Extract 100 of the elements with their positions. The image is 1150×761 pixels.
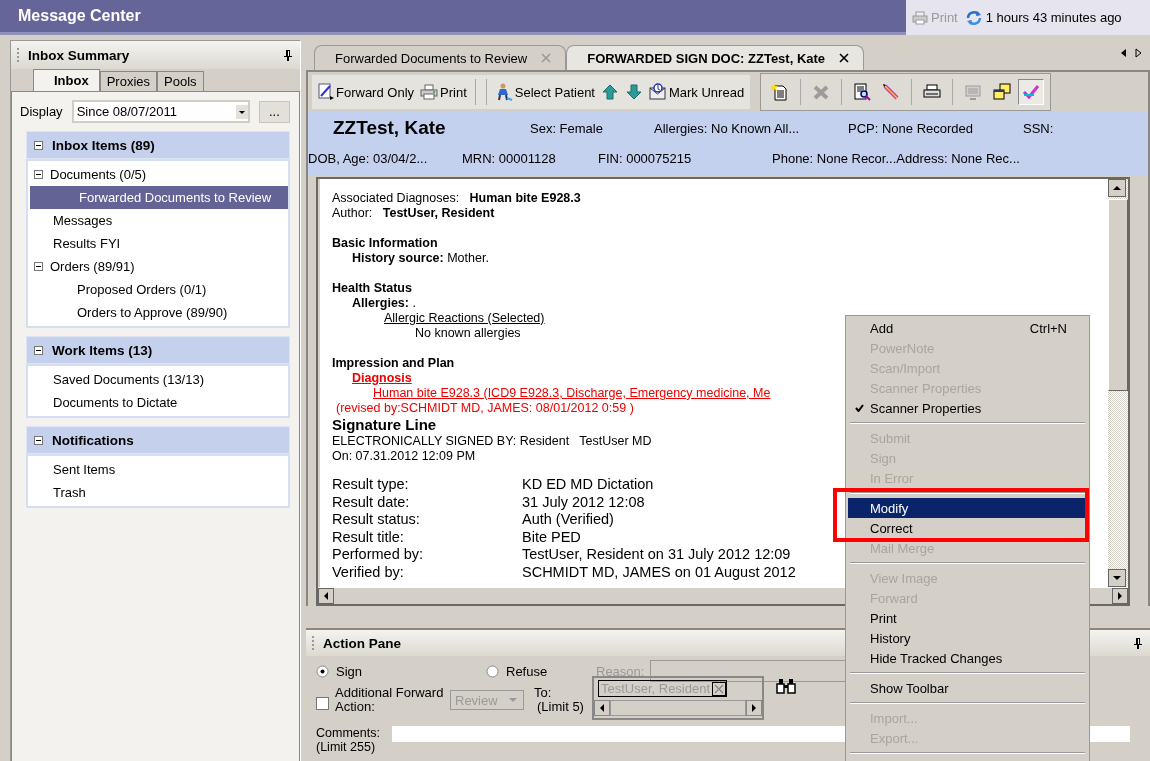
collapse-icon[interactable] <box>34 140 43 150</box>
document-line: Allergic Reactions (Selected) <box>383 311 545 326</box>
tree-item[interactable]: Saved Documents (13/13) <box>28 368 288 391</box>
checkmark-icon <box>1022 83 1041 101</box>
toolbar-button[interactable]: Mark Unread <box>647 83 747 101</box>
binoculars-icon[interactable] <box>775 678 796 694</box>
close-icon[interactable] <box>839 53 850 63</box>
delete-icon <box>812 83 831 101</box>
scroll-right-icon[interactable] <box>1112 588 1128 604</box>
tree-item[interactable]: Results FYI <box>28 232 288 255</box>
section-header[interactable]: Notifications <box>26 426 290 454</box>
menu-item[interactable]: Show Toolbar <box>848 678 1087 698</box>
document-tab[interactable]: Forwarded Documents to Review <box>314 45 567 70</box>
result-label: Result title: <box>332 528 405 546</box>
display-label: Display <box>20 104 64 119</box>
new-document-icon <box>771 83 790 101</box>
result-label: Performed by: <box>332 546 425 564</box>
scroll-right-icon[interactable] <box>1135 48 1142 58</box>
document-magnifier-icon <box>853 83 872 101</box>
menu-item[interactable]: Modify <box>848 498 1085 518</box>
pin-icon[interactable] <box>284 49 292 61</box>
reason-label: Reason: <box>596 663 645 679</box>
signature-heading: Signature Line <box>332 416 437 434</box>
patient-field: MRN: 00001128 <box>462 150 598 166</box>
scroll-left-icon[interactable] <box>593 700 610 716</box>
collapse-icon[interactable] <box>34 345 43 355</box>
radio-option[interactable]: Refuse <box>486 663 596 679</box>
tree-item[interactable]: Messages <box>28 209 288 232</box>
display-dropdown[interactable]: Since 08/07/2011 <box>71 100 250 123</box>
menu-item[interactable]: Scanner Properties <box>848 398 1087 418</box>
tree-item[interactable]: Orders (89/91) <box>28 255 288 278</box>
panel-title: Action Pane <box>323 635 401 651</box>
envelope-icon <box>649 83 667 101</box>
patient-field: Phone: None Recor... <box>772 150 897 166</box>
toolbar-button[interactable]: Print <box>418 84 469 100</box>
pin-icon[interactable] <box>1134 637 1142 649</box>
tree-item[interactable]: Orders to Approve (89/90) <box>28 301 288 324</box>
tree-item[interactable]: Trash <box>28 481 288 504</box>
document-line: Author: TestUser, Resident <box>332 206 495 221</box>
scroll-up-icon[interactable] <box>1108 179 1126 197</box>
menu-item[interactable]: Hide Tracked Changes <box>848 648 1087 668</box>
patient-field: Allergies: No Known All... <box>654 120 848 136</box>
scroll-down-icon[interactable] <box>1108 569 1126 587</box>
scroll-left-icon[interactable] <box>1120 48 1127 58</box>
vertical-scrollbar[interactable] <box>1108 179 1128 587</box>
tree-item[interactable]: Documents to Dictate <box>28 391 288 414</box>
result-value: 31 July 2012 12:08 <box>522 493 645 511</box>
section-heading: Basic Information <box>332 236 438 251</box>
section-title: Inbox Items (89) <box>52 137 155 153</box>
tree-item[interactable]: Forwarded Documents to Review <box>30 186 288 209</box>
document-line: Allergies: . <box>351 296 416 311</box>
menu-item[interactable]: Add Ctrl+N <box>848 318 1087 338</box>
section-header[interactable]: Inbox Items (89) <box>26 131 290 159</box>
menu-item[interactable]: Correct <box>848 518 1085 538</box>
dropdown-arrow-icon <box>509 697 517 703</box>
down-arrow-icon <box>626 84 642 100</box>
section-header[interactable]: Work Items (13) <box>26 336 290 364</box>
section-title: Notifications <box>52 432 134 448</box>
patient-field: PCP: None Recorded <box>848 120 1023 136</box>
up-arrow-icon <box>602 84 618 100</box>
tree-item[interactable]: Documents (0/5) <box>28 163 288 186</box>
window-title: Message Center <box>18 7 141 25</box>
tab[interactable]: Pools <box>157 71 204 91</box>
scroll-left-icon[interactable] <box>318 588 334 604</box>
toolbar-button[interactable]: Select Patient <box>492 83 597 101</box>
toolbar-button[interactable]: Forward Only <box>316 83 417 101</box>
grip-icon[interactable] <box>312 636 315 650</box>
more-button[interactable]: ... <box>258 100 290 123</box>
document-pen-icon <box>318 83 334 101</box>
collapse-icon[interactable] <box>34 435 43 445</box>
menu-item[interactable]: History <box>848 628 1087 648</box>
result-label: Result date: <box>332 493 411 511</box>
remove-icon[interactable] <box>712 681 727 696</box>
section-title: Work Items (13) <box>52 342 153 358</box>
limit-text: (Limit 255) <box>316 740 377 754</box>
radio-button[interactable] <box>316 664 329 678</box>
refresh-icon[interactable] <box>964 9 983 26</box>
result-label: Result type: <box>332 476 410 494</box>
tab[interactable]: Inbox <box>33 69 100 91</box>
tab[interactable]: Proxies <box>99 71 158 91</box>
collapse-icon[interactable] <box>34 170 43 179</box>
tree-item[interactable]: Sent Items <box>28 458 288 481</box>
windows-icon <box>993 83 1012 101</box>
radio-option[interactable]: Sign <box>316 663 486 679</box>
patient-field: Sex: Female <box>530 120 654 136</box>
printer-icon <box>912 10 928 25</box>
scroll-right-icon[interactable] <box>745 700 762 716</box>
patient-field: Address: None Rec... <box>896 150 1020 166</box>
printer-icon <box>923 83 942 101</box>
grip-icon[interactable] <box>17 48 20 62</box>
result-value: KD ED MD Dictation <box>522 476 654 494</box>
tree-item[interactable]: Proposed Orders (0/1) <box>28 278 288 301</box>
menu-item[interactable]: Print <box>848 608 1087 628</box>
signature-line: On: 07.31.2012 12:09 PM <box>332 449 476 464</box>
collapse-icon[interactable] <box>34 262 43 271</box>
to-label: To: <box>534 686 553 700</box>
radio-button[interactable] <box>486 664 499 678</box>
section-heading: Health Status <box>332 281 412 296</box>
limit-text: (Limit 5) <box>536 700 584 714</box>
document-tab[interactable]: FORWARDED SIGN DOC: ZZTest, Kate <box>566 45 865 70</box>
